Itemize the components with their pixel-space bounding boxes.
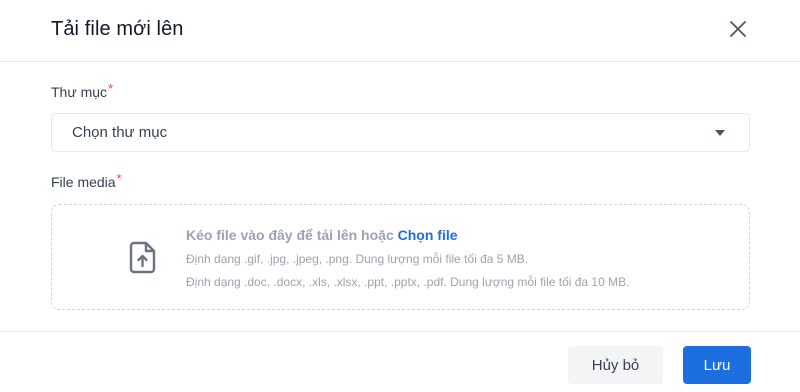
folder-label-text: Thư mục — [51, 84, 108, 100]
required-mark: * — [116, 171, 122, 186]
save-button[interactable]: Lưu — [683, 346, 751, 384]
media-label: File media* — [51, 171, 122, 190]
close-button[interactable] — [726, 17, 750, 41]
caret-down-icon — [715, 130, 725, 136]
close-icon — [730, 21, 746, 37]
image-format-hint: Định dạng .gif, .jpg, .jpeg, .png. Dung … — [186, 252, 529, 266]
media-label-text: File media — [51, 174, 116, 190]
dialog-footer: Hủy bỏ Lưu — [0, 331, 800, 392]
folder-select[interactable]: Chọn thư mục — [51, 113, 750, 152]
cancel-button[interactable]: Hủy bỏ — [568, 346, 663, 384]
folder-select-value: Chọn thư mục — [72, 124, 168, 141]
file-upload-icon — [129, 241, 156, 274]
required-mark: * — [108, 81, 114, 96]
file-dropzone[interactable]: Kéo file vào đây để tải lên hoặc Chọn fi… — [51, 204, 750, 310]
dialog-header: Tải file mới lên — [0, 0, 800, 62]
document-format-hint: Định dạng .doc, .docx, .xls, .xlsx, .ppt… — [186, 275, 630, 289]
choose-file-link[interactable]: Chọn file — [398, 227, 458, 243]
dropzone-instruction: Kéo file vào đây để tải lên hoặc Chọn fi… — [186, 227, 458, 243]
folder-label: Thư mục* — [51, 81, 114, 100]
upload-dialog: Tải file mới lên Thư mục* Chọn thư mục F… — [0, 0, 800, 392]
dialog-title: Tải file mới lên — [51, 18, 184, 40]
dropzone-text: Kéo file vào đây để tải lên hoặc — [186, 227, 394, 243]
